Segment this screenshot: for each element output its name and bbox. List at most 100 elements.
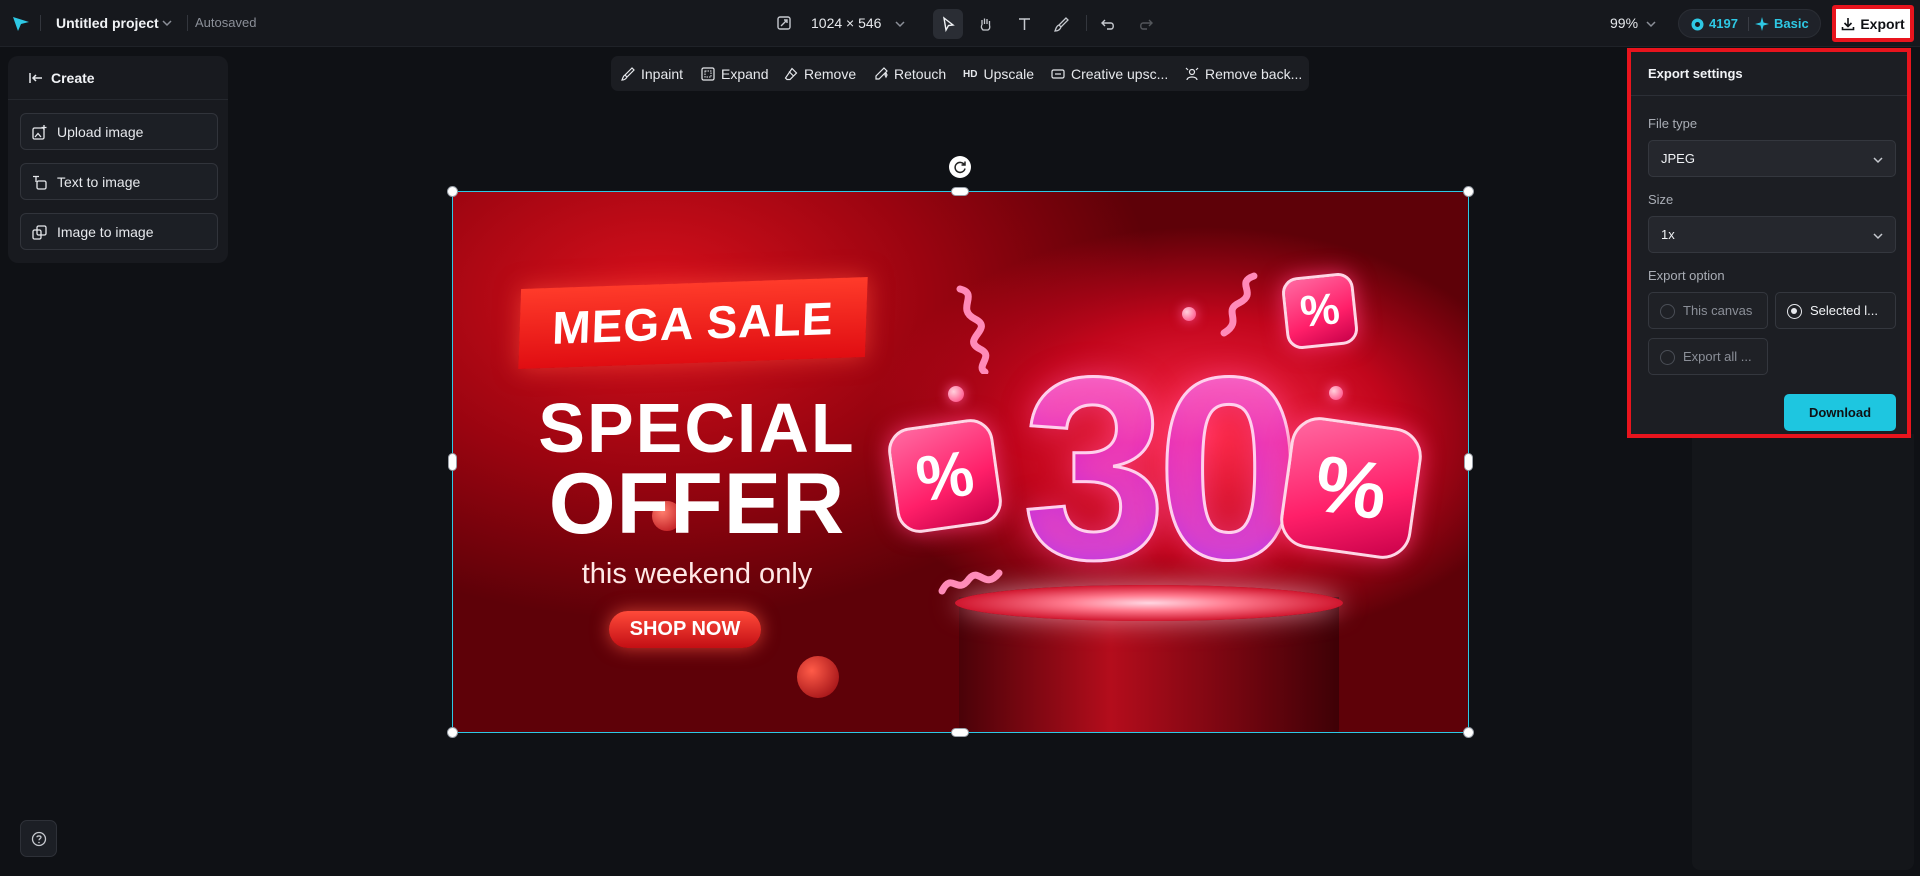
decor-orb xyxy=(1182,307,1196,321)
option-export-all[interactable]: Export all ... xyxy=(1648,338,1768,375)
export-button[interactable]: Export xyxy=(1832,5,1914,42)
resize-handle-top-right[interactable] xyxy=(1463,186,1474,197)
create-panel-header: Create xyxy=(8,56,228,100)
file-type-label: File type xyxy=(1648,116,1698,131)
undo-button[interactable] xyxy=(1093,9,1123,39)
radio-button[interactable] xyxy=(1787,304,1802,319)
plan-label: Basic xyxy=(1774,16,1809,31)
text-to-image-label: Text to image xyxy=(57,174,141,190)
option-label: Selected l... xyxy=(1810,303,1878,318)
remove-label: Remove xyxy=(804,66,857,82)
remove-background-icon xyxy=(1185,67,1199,81)
brush-icon xyxy=(1053,16,1069,32)
chevron-down-icon[interactable] xyxy=(161,17,173,29)
help-button[interactable] xyxy=(20,820,57,857)
text-to-image-icon xyxy=(33,175,47,190)
chevron-down-icon xyxy=(1873,157,1883,164)
autosave-status: Autosaved xyxy=(195,15,257,30)
edit-toolbar: Inpaint Expand Remove Retouch HD Upscale xyxy=(611,56,1309,91)
text-tool-button[interactable] xyxy=(1009,9,1039,39)
eraser-icon xyxy=(784,67,798,81)
resize-handle-bottom[interactable] xyxy=(951,728,969,737)
rotate-icon xyxy=(954,161,966,174)
app-logo-icon[interactable] xyxy=(12,14,30,32)
cursor-icon xyxy=(942,15,955,32)
resize-handle-top-left[interactable] xyxy=(447,186,458,197)
project-name[interactable]: Untitled project xyxy=(56,15,159,31)
percent-bubble: % xyxy=(885,416,1005,536)
back-arrow-icon[interactable] xyxy=(29,71,43,85)
option-label: This canvas xyxy=(1683,303,1753,318)
right-side-panel xyxy=(1692,434,1914,870)
remove-background-button[interactable]: Remove back... xyxy=(1185,65,1302,83)
percent-bubble: % xyxy=(1280,271,1360,351)
radio-button[interactable] xyxy=(1660,304,1675,319)
divider xyxy=(40,15,41,31)
download-button[interactable]: Download xyxy=(1784,394,1896,431)
divider xyxy=(1631,95,1907,96)
decor-orb xyxy=(1329,386,1343,400)
hand-icon xyxy=(980,18,990,31)
canvas-image[interactable]: MEGA SALE SPECIAL OFFER this weekend onl… xyxy=(452,191,1469,733)
chevron-down-icon[interactable] xyxy=(1645,18,1657,30)
remove-button[interactable]: Remove xyxy=(784,65,856,83)
canvas-size[interactable]: 1024 × 546 xyxy=(811,15,881,31)
size-select[interactable]: 1x xyxy=(1648,216,1896,253)
resize-handle-left[interactable] xyxy=(448,453,457,471)
rotate-handle[interactable] xyxy=(949,156,971,178)
decor-orb xyxy=(948,386,964,402)
discount-number: 30 xyxy=(1020,324,1302,614)
export-settings-panel: Export settings File type JPEG Size 1x E… xyxy=(1627,48,1911,438)
percent-bubble: % xyxy=(1276,413,1426,563)
select-tool-button[interactable] xyxy=(933,9,963,39)
redo-button[interactable] xyxy=(1130,9,1160,39)
tagline-text: this weekend only xyxy=(581,558,813,590)
upscale-label: Upscale xyxy=(983,66,1035,82)
file-type-select[interactable]: JPEG xyxy=(1648,140,1896,177)
option-this-canvas[interactable]: This canvas xyxy=(1648,292,1768,329)
image-to-image-icon xyxy=(32,225,47,240)
image-to-image-button[interactable]: Image to image xyxy=(20,213,218,250)
mega-sale-label: MEGA SALE xyxy=(518,276,868,370)
help-icon xyxy=(31,831,46,846)
expand-button[interactable]: Expand xyxy=(701,65,768,83)
upload-image-button[interactable]: Upload image xyxy=(20,113,218,150)
upscale-button[interactable]: HD Upscale xyxy=(963,65,1034,83)
resize-handle-right[interactable] xyxy=(1464,453,1473,471)
text-to-image-button[interactable]: Text to image xyxy=(20,163,218,200)
resize-handle-bottom-left[interactable] xyxy=(447,727,458,738)
create-panel: Create Upload image Text to image Image … xyxy=(8,56,228,263)
download-icon xyxy=(1842,17,1855,30)
resize-handle-bottom-right[interactable] xyxy=(1463,727,1474,738)
divider xyxy=(1086,15,1087,31)
export-settings-title: Export settings xyxy=(1648,66,1743,81)
pan-tool-button[interactable] xyxy=(970,9,1000,39)
zoom-level[interactable]: 99% xyxy=(1610,15,1638,31)
squiggle-decoration xyxy=(956,285,990,374)
retouch-button[interactable]: Retouch xyxy=(874,65,946,83)
shop-now-button: SHOP NOW xyxy=(609,611,761,648)
export-option-label: Export option xyxy=(1648,268,1725,283)
inpaint-button[interactable]: Inpaint xyxy=(621,65,683,83)
option-selected-layers[interactable]: Selected l... xyxy=(1775,292,1896,329)
chevron-down-icon xyxy=(1873,233,1883,240)
special-text: SPECIAL xyxy=(538,389,856,467)
remove-background-label: Remove back... xyxy=(1205,66,1303,82)
credit-count: 4197 xyxy=(1709,16,1738,31)
image-to-image-label: Image to image xyxy=(57,224,154,240)
chevron-down-icon[interactable] xyxy=(894,18,906,30)
decor-orb xyxy=(797,656,839,698)
resize-icon[interactable] xyxy=(776,15,792,31)
radio-button[interactable] xyxy=(1660,350,1675,365)
inpaint-label: Inpaint xyxy=(641,66,684,82)
creative-upscale-button[interactable]: Creative upsc... xyxy=(1051,65,1168,83)
offer-text: OFFER xyxy=(548,456,846,552)
resize-handle-top[interactable] xyxy=(951,187,969,196)
credits-badge[interactable]: 4197 Basic xyxy=(1678,9,1821,38)
upload-image-icon xyxy=(32,125,47,140)
draw-tool-button[interactable] xyxy=(1046,9,1076,39)
creative-upscale-icon xyxy=(1051,69,1065,79)
app-root: Untitled project Autosaved 1024 × 546 99… xyxy=(0,0,1920,876)
divider xyxy=(1748,17,1749,31)
inpaint-icon xyxy=(621,67,635,81)
